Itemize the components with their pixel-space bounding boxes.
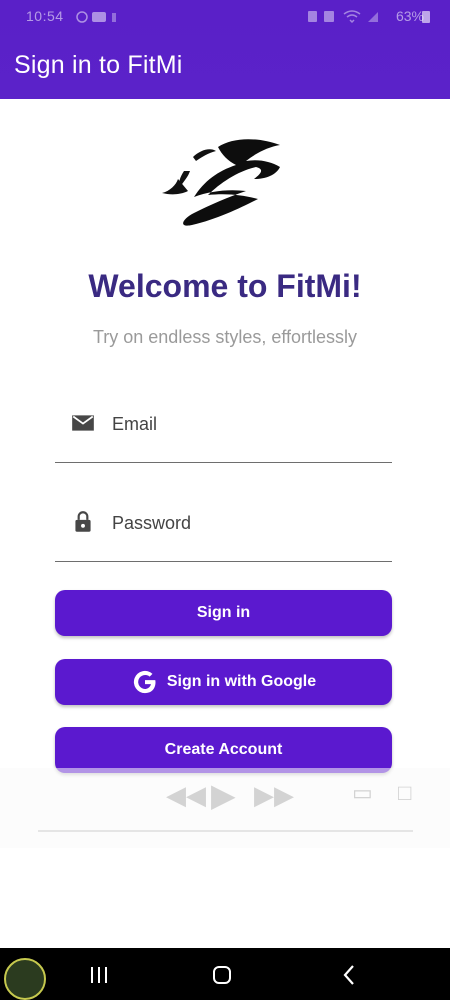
media-overlay: ◀◀ ▶ ▶▶ ▭ □ [0,768,450,848]
sign-in-label: Sign in [196,604,251,621]
welcome-heading: Welcome to FitMi! [88,268,362,304]
home-icon[interactable] [207,960,237,990]
welcome-tagline: Try on endless styles, effortlessly [92,327,358,347]
media-progress-bar [38,830,413,832]
battery-level: 63% [395,8,424,24]
fast-forward-icon: ▶▶ [254,780,294,810]
floating-badge-icon[interactable] [4,958,46,1000]
fitmi-logo [162,139,280,226]
rewind-icon: ◀◀ [166,780,206,810]
sign-in-button[interactable]: Sign in [55,590,392,636]
email-field[interactable] [55,402,392,463]
create-account-button[interactable]: Create Account [55,727,392,773]
password-field[interactable] [55,501,392,562]
create-account-label: Create Account [164,741,283,758]
mail-icon [72,415,94,431]
recents-icon[interactable] [84,960,114,990]
email-input[interactable] [110,408,384,440]
google-icon [133,670,156,694]
play-icon: ▶ [211,777,236,813]
lock-icon [75,511,91,532]
status-time: 10:54 [26,8,64,24]
navigation-bar [0,948,450,1000]
lock-overlay-icon: □ [398,780,412,805]
back-icon[interactable] [335,960,365,990]
google-sign-in-button[interactable]: Sign in with Google [55,659,392,705]
password-input[interactable] [110,507,384,539]
google-sign-in-label: Sign in with Google [166,673,317,690]
screen-icon: ▭ [352,780,373,805]
app-bar-title: Sign in to FitMi [14,51,183,79]
notification-icons [75,10,125,27]
status-bar: 10:54 63% [0,0,450,32]
app-bar: 10:54 63% Sign in to FitMi [0,0,450,99]
